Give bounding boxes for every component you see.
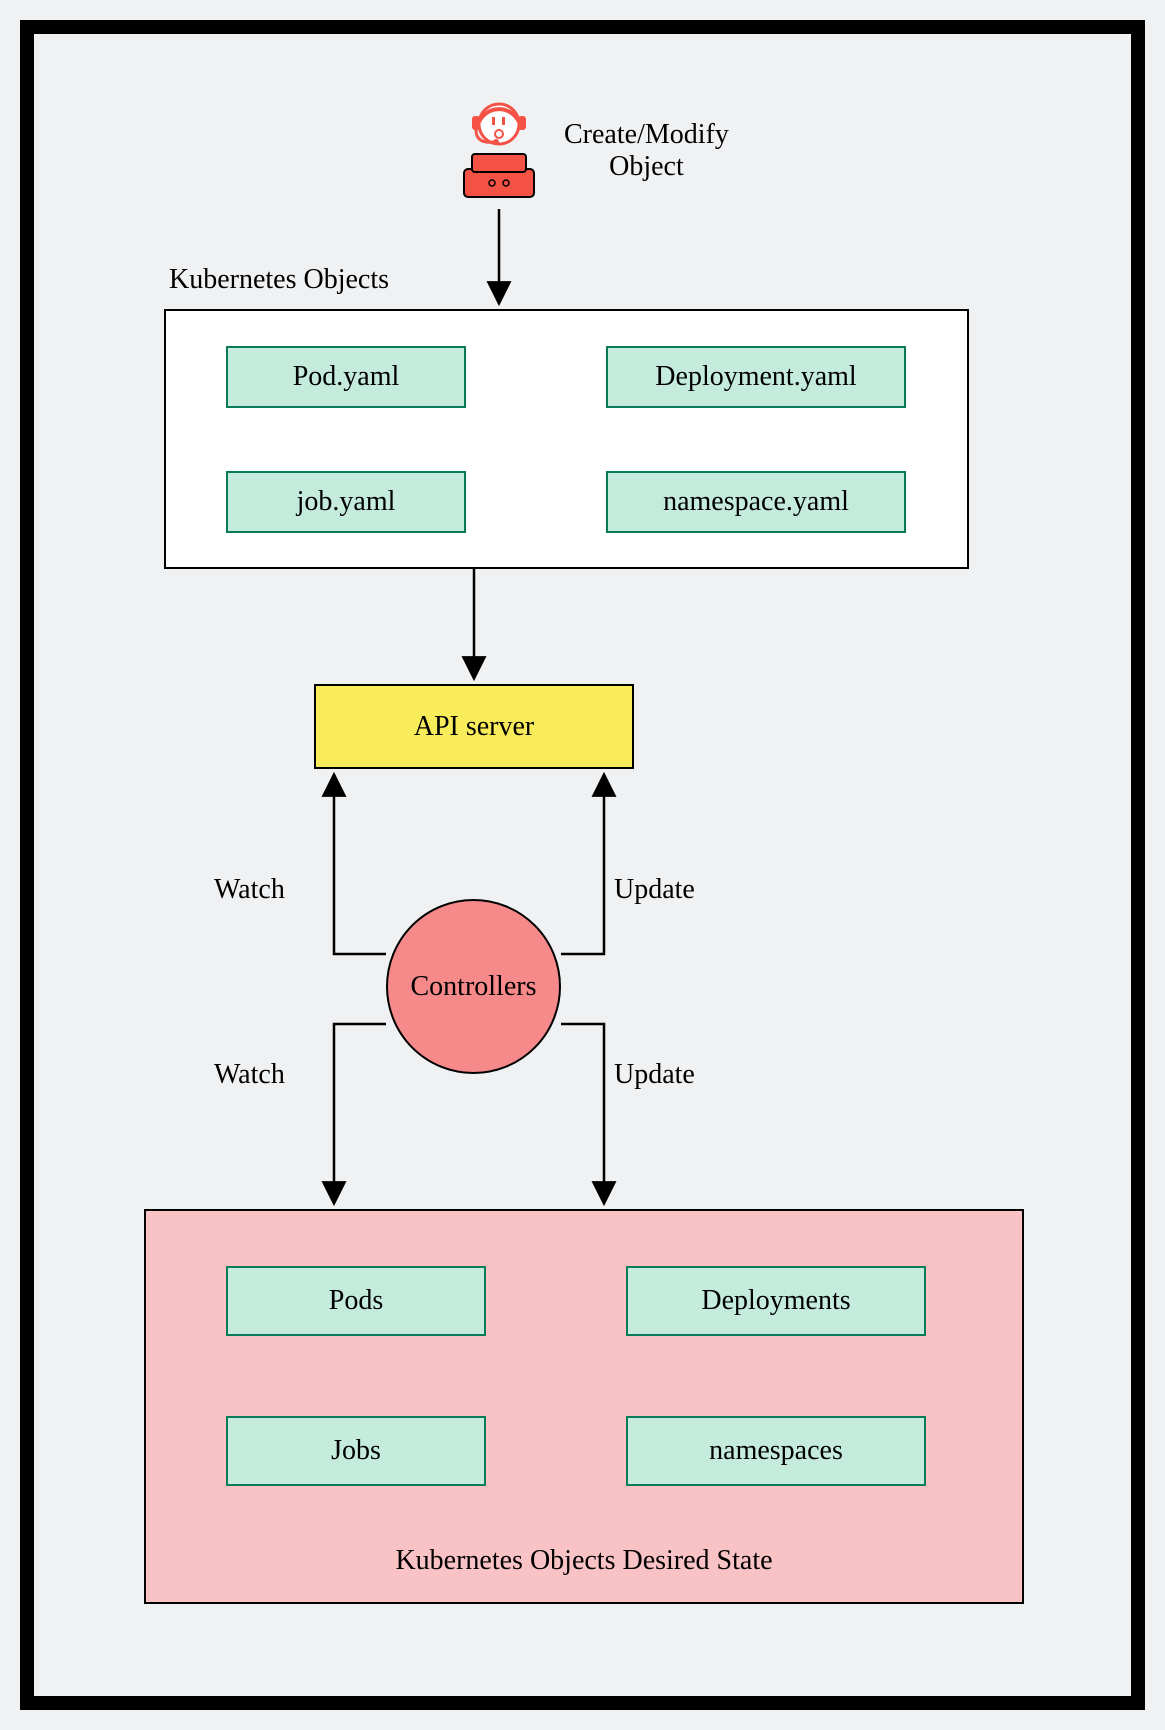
user-action-label: Create/Modify Object (564, 119, 729, 183)
edge-update-down: Update (614, 1059, 695, 1091)
tile-deployments: Deployments (626, 1266, 926, 1336)
edge-watch-up: Watch (214, 874, 285, 906)
user-icon (454, 84, 544, 204)
edge-update-up: Update (614, 874, 695, 906)
controllers-node: Controllers (386, 899, 561, 1074)
tile-deployment: Deployment.yaml (606, 346, 906, 408)
diagram-frame: Create/Modify Object Kubernetes Objects … (20, 20, 1145, 1710)
api-server-box: API server (314, 684, 634, 769)
tile-namespace: namespace.yaml (606, 471, 906, 533)
tile-pods: Pods (226, 1266, 486, 1336)
edge-watch-down: Watch (214, 1059, 285, 1091)
tile-namespaces: namespaces (626, 1416, 926, 1486)
desired-state-box: Pods Deployments Jobs namespaces Kuberne… (144, 1209, 1024, 1604)
tile-pod: Pod.yaml (226, 346, 466, 408)
tile-job: job.yaml (226, 471, 466, 533)
objects-box: Pod.yaml Deployment.yaml job.yaml namesp… (164, 309, 969, 569)
tile-jobs: Jobs (226, 1416, 486, 1486)
desired-state-title: Kubernetes Objects Desired State (146, 1545, 1022, 1577)
objects-title: Kubernetes Objects (169, 264, 389, 296)
